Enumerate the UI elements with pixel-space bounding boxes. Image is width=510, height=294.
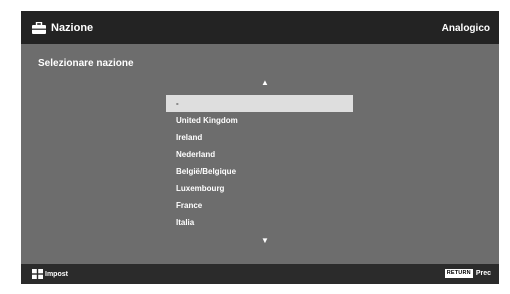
list-item[interactable]: United Kingdom: [166, 112, 353, 129]
list-item[interactable]: Luxembourg: [166, 180, 353, 197]
signal-mode-label: Analogico: [441, 23, 490, 34]
country-list: - United Kingdom Ireland Nederland Belgi…: [166, 95, 353, 231]
triangle-up-icon[interactable]: ▲: [261, 79, 269, 87]
settings-hint-label: Impost: [45, 270, 68, 278]
list-item[interactable]: -: [166, 95, 353, 112]
list-item[interactable]: België/Belgique: [166, 163, 353, 180]
list-item[interactable]: Ireland: [166, 129, 353, 146]
list-item[interactable]: Italia: [166, 214, 353, 231]
section-heading: Selezionare nazione: [38, 58, 134, 69]
toolbox-icon: [32, 22, 46, 34]
tv-menu-screen: Nazione Analogico Selezionare nazione ▲ …: [21, 11, 499, 284]
return-key-badge: RETURN: [444, 269, 473, 278]
page-title-label: Nazione: [51, 22, 94, 34]
header-bar: Nazione Analogico: [21, 11, 499, 44]
list-item[interactable]: France: [166, 197, 353, 214]
dpad-icon: [32, 269, 43, 279]
page-title: Nazione: [32, 21, 93, 35]
settings-hint[interactable]: Impost: [32, 269, 68, 279]
footer-bar: Impost RETURN Prec: [21, 264, 499, 284]
triangle-down-icon[interactable]: ▼: [261, 237, 269, 245]
list-item[interactable]: Nederland: [166, 146, 353, 163]
back-hint[interactable]: RETURN Prec: [444, 269, 491, 278]
back-hint-label: Prec: [475, 270, 491, 277]
